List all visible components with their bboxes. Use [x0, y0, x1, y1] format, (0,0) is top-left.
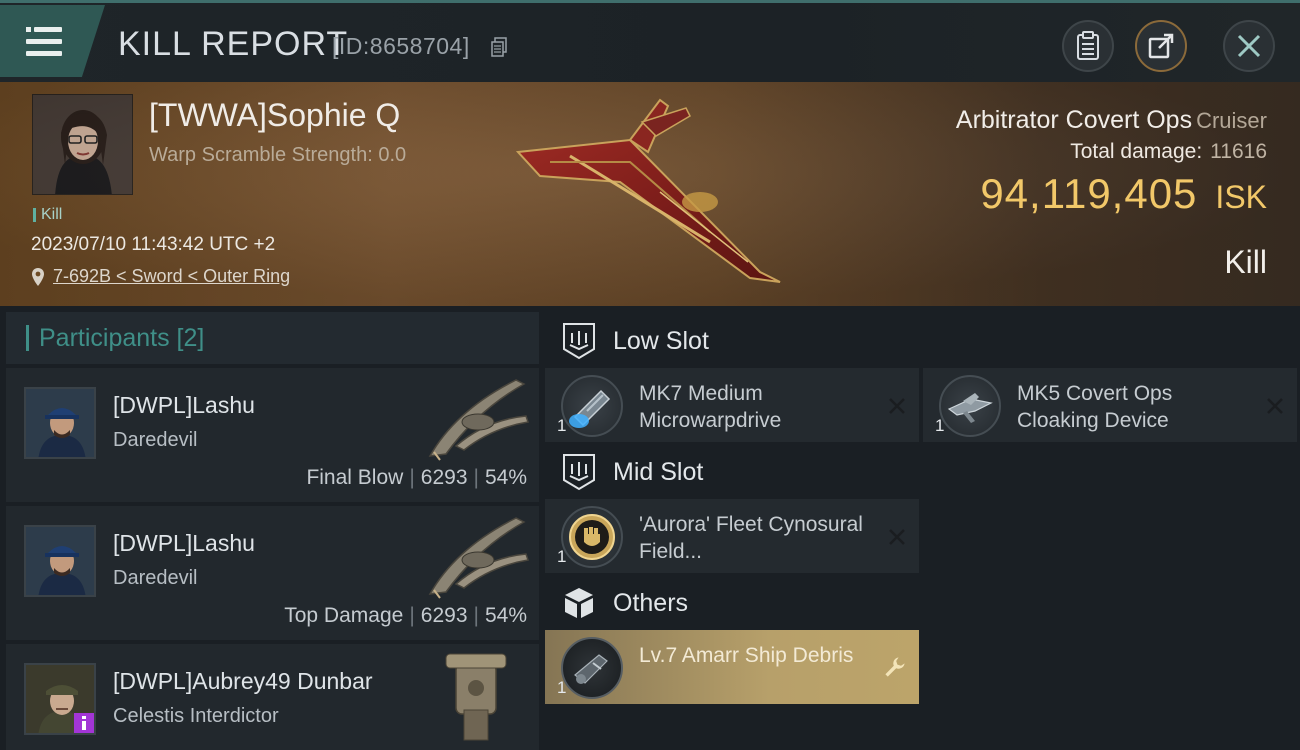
mid-slot-header: Mid Slot — [545, 444, 1295, 500]
participant-damage: 6293 — [420, 466, 468, 489]
module-name: MK5 Covert Ops Cloaking Device — [1017, 382, 1173, 432]
victim-ship: Arbitrator Covert Ops Cruiser — [956, 106, 1267, 135]
rank-badge-icon — [74, 713, 94, 733]
participant-row[interactable]: [DWPL]Lashu Daredevil Final Blow | 6293 | 54… — [6, 368, 539, 502]
module-quantity: 1 — [557, 678, 567, 697]
participant-name[interactable]: [DWPL]Lashu — [113, 392, 255, 419]
participant-avatar[interactable] — [24, 663, 96, 735]
participant-stats: Top Damage | 6293 | 54% — [284, 604, 527, 627]
participant-name[interactable]: [DWPL]Aubrey49 Dunbar — [113, 668, 373, 695]
avatar-image — [33, 95, 132, 194]
module-name: 'Aurora' Fleet Cynosural Field... — [639, 513, 863, 563]
isk-unit: ISK — [1215, 179, 1267, 215]
isk-amount: 94,119,405 — [980, 170, 1198, 217]
page-title: KILL REPORT — [118, 25, 349, 63]
participant-role: Final Blow — [306, 466, 404, 489]
clipboard-button[interactable] — [1062, 20, 1114, 72]
module-quantity: 1 — [557, 416, 567, 435]
participant-row[interactable]: [DWPL]Lashu Daredevil Top Damage | 6293 | 54… — [6, 506, 539, 640]
participants-title: Participants [2] — [39, 323, 205, 352]
menu-icon — [26, 27, 31, 32]
module-name: MK7 Medium Microwarpdrive — [639, 382, 782, 432]
cynosural-field-icon — [561, 506, 623, 568]
participants-header[interactable]: Participants [2] — [6, 312, 539, 364]
destroyed-x-icon — [889, 398, 905, 414]
clipboard-icon — [1077, 31, 1099, 60]
cargo-box-icon — [565, 588, 593, 618]
participant-percent: 54% — [484, 604, 527, 627]
close-button[interactable] — [1223, 20, 1275, 72]
victim-ship-image — [515, 98, 781, 283]
close-icon — [1237, 34, 1261, 58]
low-slot-header: Low Slot — [545, 313, 1295, 369]
module-item[interactable]: 1 Lv.7 Amarr Ship Debris — [545, 630, 919, 704]
participant-damage: 6293 — [420, 604, 468, 627]
ship-debris-icon — [561, 637, 623, 699]
copy-icon[interactable] — [491, 37, 507, 57]
participant-row[interactable]: [DWPL]Aubrey49 Dunbar Celestis Interdict… — [6, 644, 539, 750]
participant-role: Top Damage — [284, 604, 404, 627]
participant-ship: Celestis Interdictor — [113, 705, 279, 727]
menu-button[interactable] — [0, 5, 105, 77]
location-pin-icon — [32, 267, 44, 286]
module-item[interactable]: 1 MK5 Covert Ops Cloaking Device — [923, 368, 1297, 442]
module-item[interactable]: 1 MK7 Medium Microwarpdrive — [545, 368, 919, 442]
destroyed-x-icon — [1267, 398, 1283, 414]
participant-avatar[interactable] — [24, 387, 96, 459]
share-button[interactable] — [1135, 20, 1187, 72]
victim-name[interactable]: [TWWA]Sophie Q — [149, 97, 400, 134]
warp-scramble-strength: Warp Scramble Strength: 0.0 — [149, 144, 407, 166]
participant-stats: Final Blow | 6293 | 54% — [306, 466, 527, 489]
participant-name[interactable]: [DWPL]Lashu — [113, 530, 255, 557]
module-quantity: 1 — [557, 547, 567, 566]
participant-ship: Daredevil — [113, 567, 198, 589]
mid-slot-title: Mid Slot — [613, 457, 704, 486]
result-label: Kill — [1224, 244, 1267, 280]
wrench-icon[interactable] — [883, 655, 907, 679]
low-slot-icon — [563, 323, 595, 360]
participant-percent: 54% — [484, 466, 527, 489]
total-damage: Total damage: 11616 — [1070, 140, 1267, 164]
victim-avatar[interactable] — [32, 94, 133, 195]
participant-ship-image — [428, 379, 529, 461]
mid-slot-icon — [563, 454, 595, 491]
victim-panel: [TWWA]Sophie Q Warp Scramble Strength: 0… — [0, 82, 1300, 306]
kill-type-tag: Kill — [33, 206, 62, 224]
kill-tag-label: Kill — [41, 206, 63, 223]
participant-ship-image — [428, 517, 529, 599]
location-link[interactable]: 7-692B < Sword < Outer Ring — [53, 266, 290, 287]
participant-ship: Daredevil — [113, 429, 198, 451]
isk-value: 94,119,405 ISK — [980, 170, 1267, 218]
module-item[interactable]: 1 'Aurora' Fleet Cynosural Field... — [545, 499, 919, 573]
total-damage-label: Total damage: — [1070, 140, 1203, 163]
top-bar: KILL REPORT [ID:8658704] — [0, 0, 1300, 82]
share-icon — [1148, 33, 1174, 59]
microwarpdrive-icon — [561, 375, 623, 437]
low-slot-title: Low Slot — [613, 326, 709, 355]
cloaking-device-icon — [939, 375, 1001, 437]
ship-name[interactable]: Arbitrator Covert Ops — [956, 106, 1192, 134]
module-quantity: 1 — [935, 416, 945, 435]
report-id: [ID:8658704] — [332, 33, 470, 59]
others-title: Others — [613, 588, 689, 617]
total-damage-value: 11616 — [1210, 140, 1267, 163]
others-header: Others — [545, 575, 1295, 631]
kill-location[interactable]: 7-692B < Sword < Outer Ring — [31, 266, 290, 287]
ship-class: Cruiser — [1196, 108, 1267, 133]
participant-ship-image — [445, 653, 507, 741]
kill-datetime: 2023/07/10 11:43:42 UTC +2 — [31, 234, 276, 255]
module-name: Lv.7 Amarr Ship Debris — [639, 644, 854, 667]
destroyed-x-icon — [889, 529, 905, 545]
participant-avatar[interactable] — [24, 525, 96, 597]
